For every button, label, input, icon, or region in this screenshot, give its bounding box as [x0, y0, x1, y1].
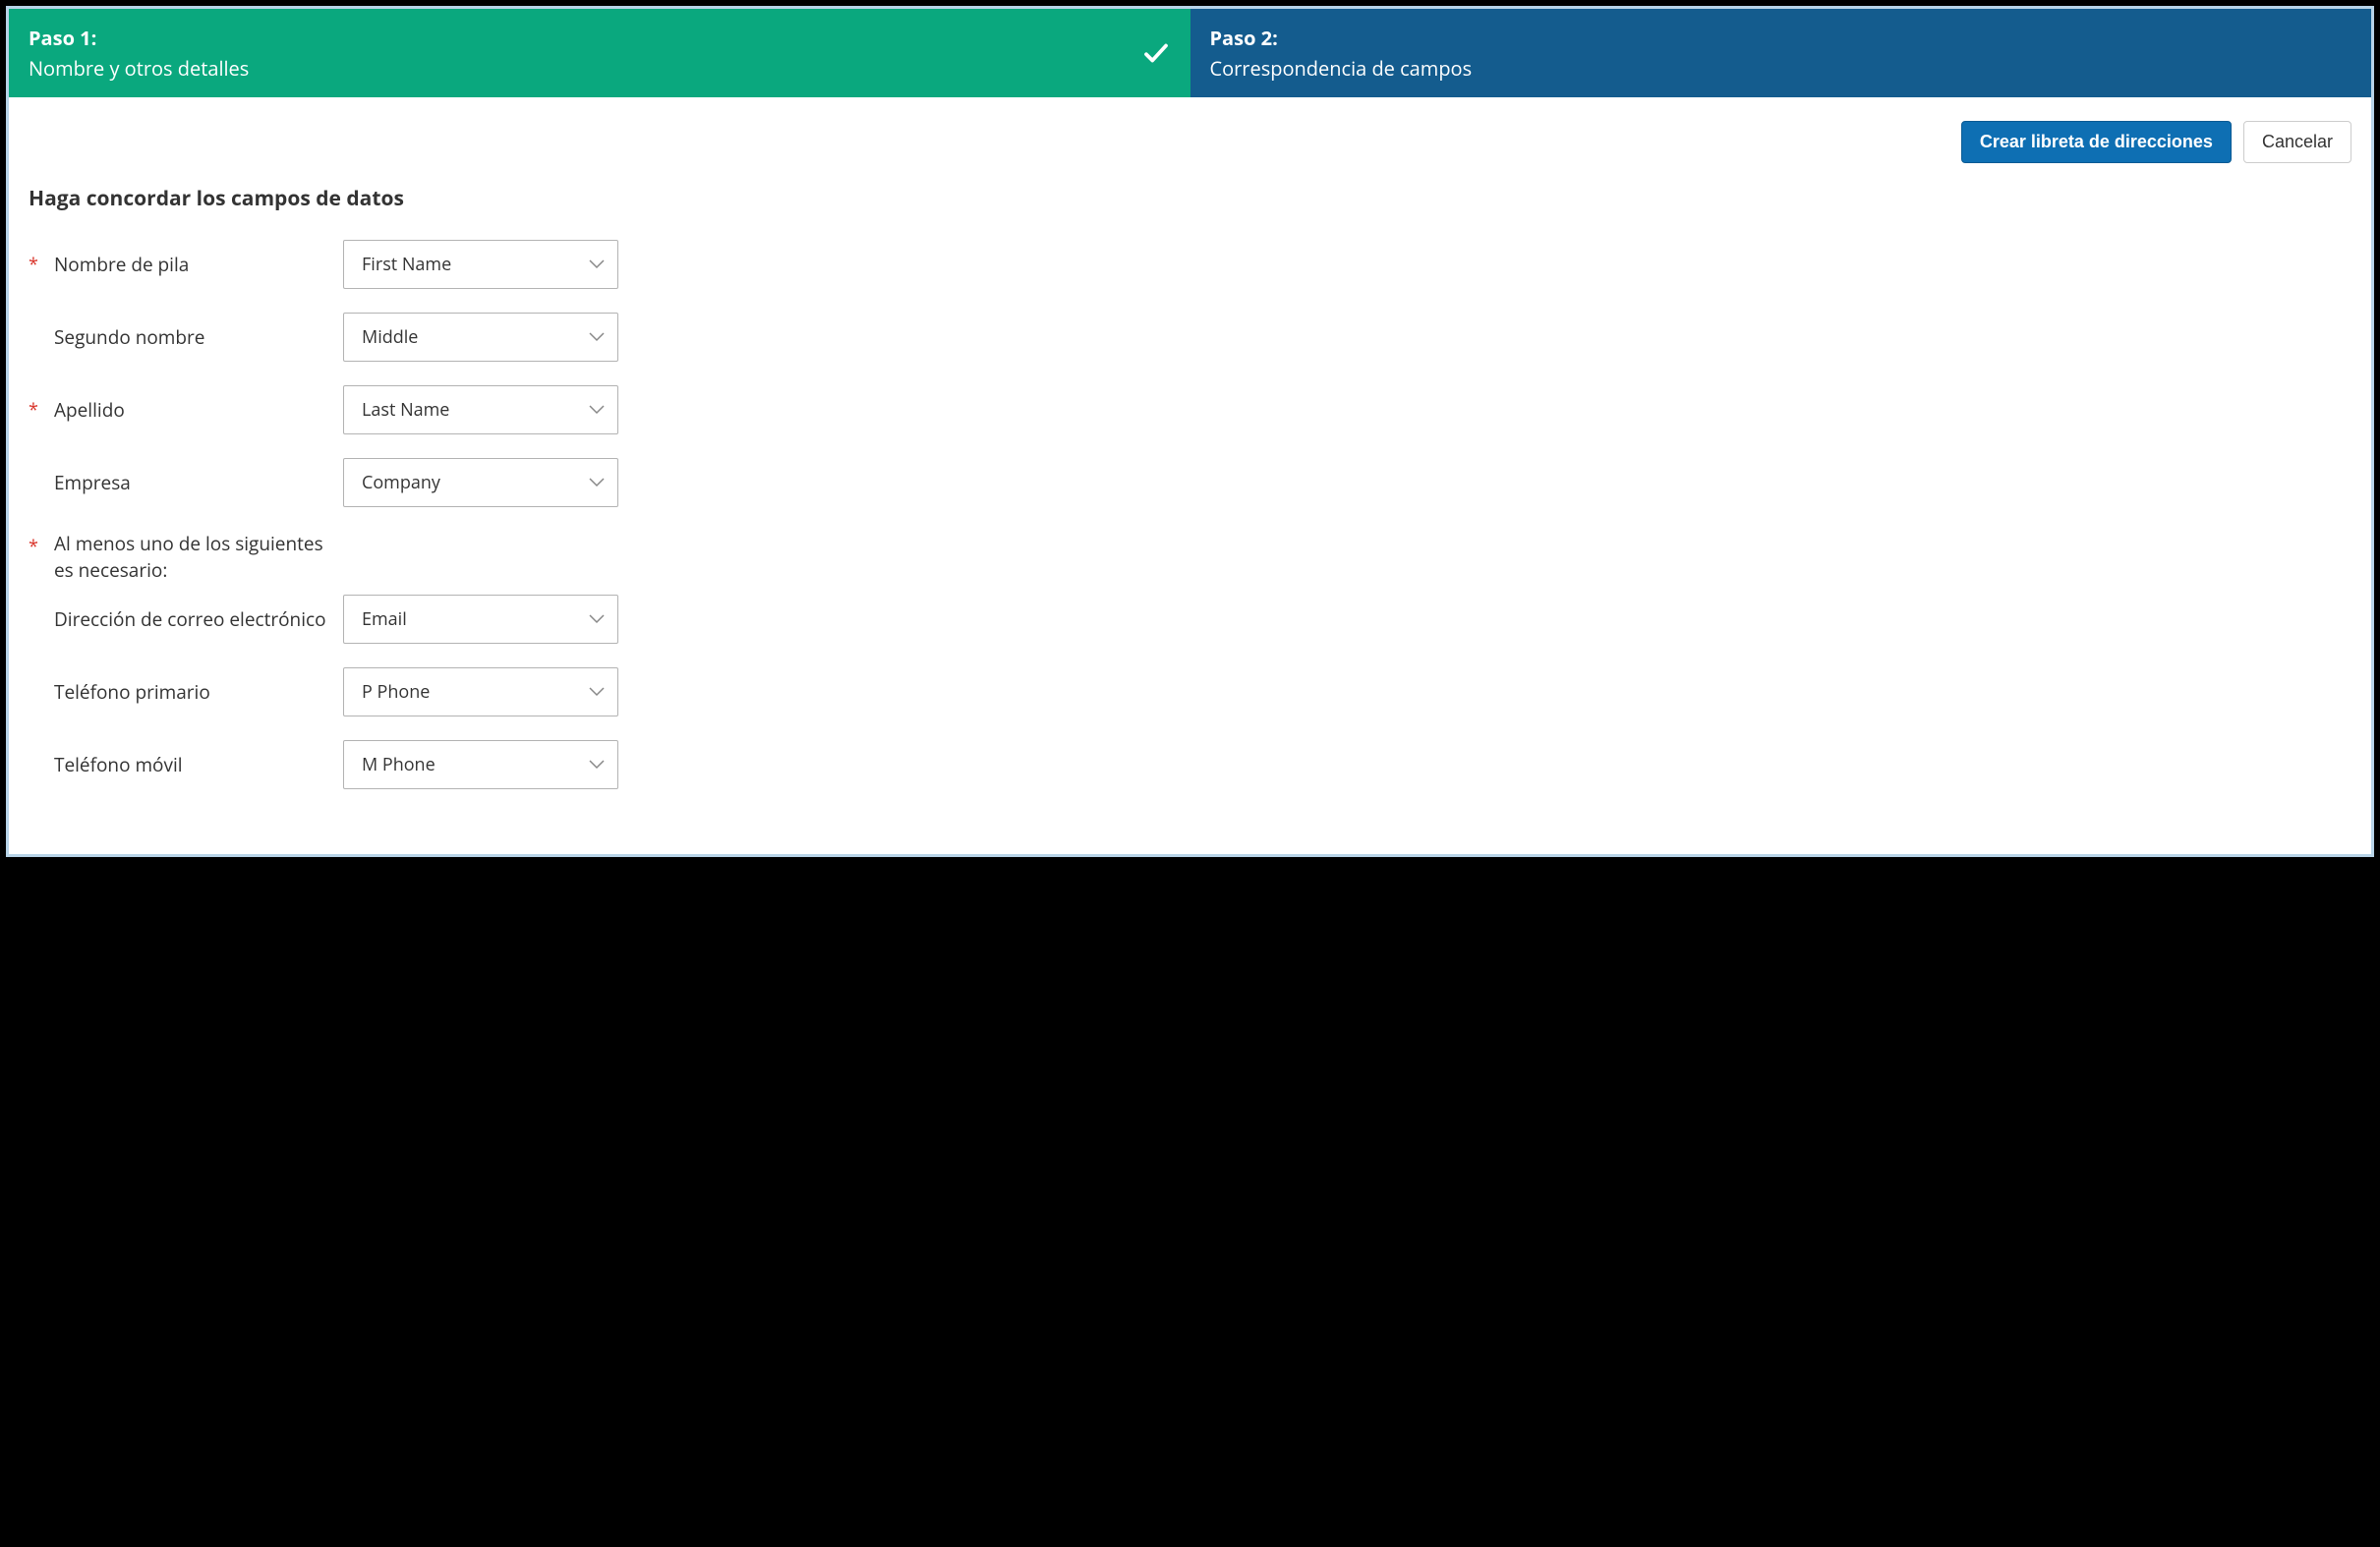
middle-name-select-value: Middle — [362, 325, 418, 349]
field-row-first-name: * Nombre de pila First Name — [29, 240, 2351, 289]
field-row-middle-name: Segundo nombre Middle — [29, 313, 2351, 362]
email-select-wrap: Email — [343, 595, 618, 644]
primary-phone-select-wrap: P Phone — [343, 667, 618, 716]
mobile-phone-select[interactable]: M Phone — [343, 740, 618, 789]
required-marker: * — [29, 253, 54, 276]
company-label: Empresa — [54, 470, 343, 495]
primary-phone-label: Teléfono primario — [54, 679, 343, 705]
mobile-phone-label: Teléfono móvil — [54, 752, 343, 777]
checkmark-icon — [1141, 38, 1171, 68]
first-name-label: Nombre de pila — [54, 252, 343, 277]
section-title: Haga concordar los campos de datos — [29, 185, 2351, 212]
company-select-wrap: Company — [343, 458, 618, 507]
cancel-button[interactable]: Cancelar — [2243, 121, 2351, 163]
email-label: Dirección de correo electrónico — [54, 606, 343, 632]
last-name-label: Apellido — [54, 397, 343, 423]
field-row-last-name: * Apellido Last Name — [29, 385, 2351, 434]
step-1-text: Paso 1: Nombre y otros detalles — [29, 25, 249, 82]
action-bar: Crear libreta de direcciones Cancelar — [9, 97, 2371, 175]
middle-name-select-wrap: Middle — [343, 313, 618, 362]
step-2-active[interactable]: Paso 2: Correspondencia de campos — [1190, 9, 2372, 97]
required-marker: * — [29, 398, 54, 422]
mobile-phone-select-value: M Phone — [362, 753, 435, 776]
middle-name-select[interactable]: Middle — [343, 313, 618, 362]
company-select-value: Company — [362, 471, 440, 494]
last-name-select-wrap: Last Name — [343, 385, 618, 434]
step-1-completed[interactable]: Paso 1: Nombre y otros detalles — [9, 9, 1190, 97]
at-least-one-note-row: * Al menos uno de los siguientes es nece… — [29, 531, 2351, 583]
middle-name-label: Segundo nombre — [54, 324, 343, 350]
field-row-email: Dirección de correo electrónico Email — [29, 595, 2351, 644]
content-area: Haga concordar los campos de datos * Nom… — [9, 175, 2371, 832]
company-select[interactable]: Company — [343, 458, 618, 507]
create-address-book-button[interactable]: Crear libreta de direcciones — [1961, 121, 2232, 163]
step-2-text: Paso 2: Correspondencia de campos — [1210, 25, 1473, 82]
wizard-container: Paso 1: Nombre y otros detalles Paso 2: … — [6, 6, 2374, 857]
first-name-select-value: First Name — [362, 253, 451, 276]
at-least-one-note: Al menos uno de los siguientes es necesa… — [54, 531, 343, 583]
field-row-company: Empresa Company — [29, 458, 2351, 507]
email-select[interactable]: Email — [343, 595, 618, 644]
step-2-number: Paso 2: — [1210, 25, 1473, 51]
required-marker-empty — [29, 595, 54, 599]
primary-phone-select-value: P Phone — [362, 680, 430, 704]
field-row-mobile-phone: Teléfono móvil M Phone — [29, 740, 2351, 789]
required-marker: * — [29, 531, 54, 558]
step-1-number: Paso 1: — [29, 25, 249, 51]
steps-header: Paso 1: Nombre y otros detalles Paso 2: … — [9, 9, 2371, 97]
first-name-select[interactable]: First Name — [343, 240, 618, 289]
email-select-value: Email — [362, 607, 407, 631]
field-row-primary-phone: Teléfono primario P Phone — [29, 667, 2351, 716]
primary-phone-select[interactable]: P Phone — [343, 667, 618, 716]
last-name-select-value: Last Name — [362, 398, 449, 422]
first-name-select-wrap: First Name — [343, 240, 618, 289]
step-1-title: Nombre y otros detalles — [29, 55, 249, 82]
mobile-phone-select-wrap: M Phone — [343, 740, 618, 789]
step-2-title: Correspondencia de campos — [1210, 55, 1473, 82]
last-name-select[interactable]: Last Name — [343, 385, 618, 434]
